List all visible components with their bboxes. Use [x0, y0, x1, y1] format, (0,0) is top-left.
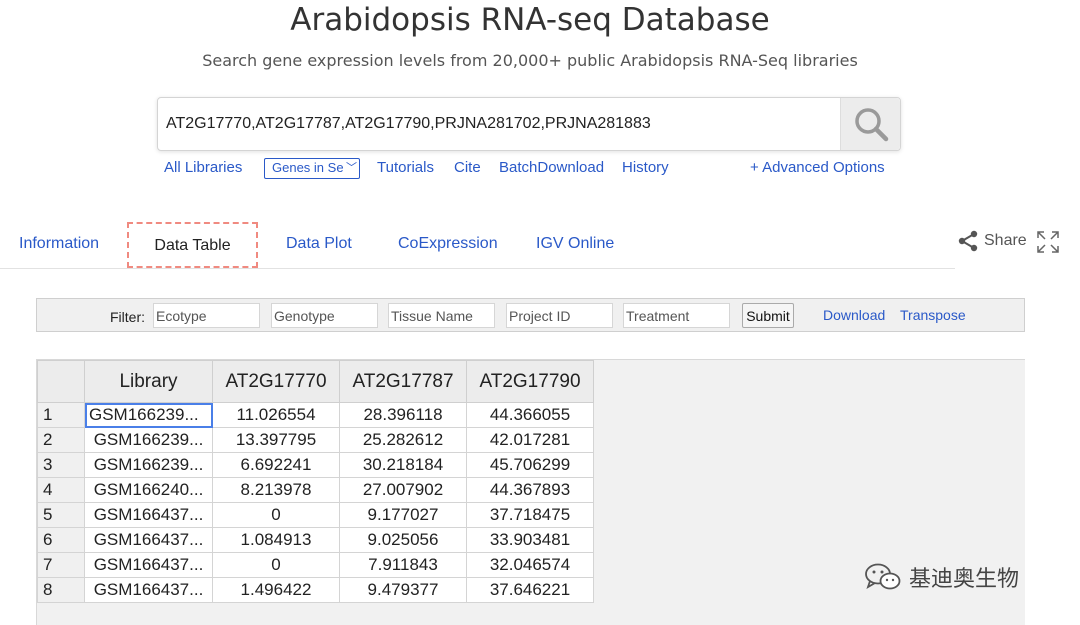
search-options-bar: All Libraries Genes in Se ﹀ Tutorials Ci…: [0, 157, 1080, 179]
treatment-filter-input[interactable]: [623, 303, 730, 328]
table-row: 2 GSM166239... 13.397795 25.282612 42.01…: [37, 427, 594, 453]
table-row: 3 GSM166239... 6.692241 30.218184 45.706…: [37, 452, 594, 478]
page-subtitle: Search gene expression levels from 20,00…: [202, 51, 858, 70]
corner-header-cell: [37, 360, 85, 403]
table-row: 1 GSM166239... 11.026554 28.396118 44.36…: [37, 402, 594, 428]
expand-icon: [1037, 231, 1059, 253]
transpose-link[interactable]: Transpose: [900, 307, 966, 323]
ecotype-filter-input[interactable]: [153, 303, 260, 328]
project-id-filter-input[interactable]: [506, 303, 613, 328]
share-button[interactable]: Share: [957, 230, 1027, 252]
value-cell[interactable]: 45.706299: [466, 452, 594, 478]
library-cell[interactable]: GSM166437...: [84, 527, 213, 553]
value-cell[interactable]: 27.007902: [339, 477, 467, 503]
library-cell[interactable]: GSM166239...: [84, 402, 213, 428]
filter-bar: Filter: Submit Download Transpose: [36, 298, 1025, 332]
value-cell[interactable]: 42.017281: [466, 427, 594, 453]
table-row: 7 GSM166437... 0 7.911843 32.046574: [37, 552, 594, 578]
value-cell[interactable]: 25.282612: [339, 427, 467, 453]
download-link[interactable]: Download: [823, 307, 885, 323]
watermark-text: 基迪奥生物: [909, 567, 1020, 592]
value-cell[interactable]: 28.396118: [339, 402, 467, 428]
all-libraries-link[interactable]: All Libraries: [164, 159, 242, 176]
value-cell[interactable]: 8.213978: [212, 477, 340, 503]
tab-bar: Information Data Table Data Plot CoExpre…: [0, 222, 955, 269]
row-number[interactable]: 5: [37, 502, 85, 528]
table-row: 8 GSM166437... 1.496422 9.479377 37.6462…: [37, 577, 594, 603]
genes-select[interactable]: Genes in Se ﹀: [264, 158, 360, 179]
submit-button[interactable]: Submit: [742, 303, 794, 328]
value-cell[interactable]: 37.646221: [466, 577, 594, 603]
value-cell[interactable]: 9.177027: [339, 502, 467, 528]
table-row: 4 GSM166240... 8.213978 27.007902 44.367…: [37, 477, 594, 503]
share-label: Share: [984, 232, 1027, 249]
search-input[interactable]: [158, 98, 840, 150]
library-cell[interactable]: GSM166437...: [84, 552, 213, 578]
value-cell[interactable]: 9.479377: [339, 577, 467, 603]
watermark: 基迪奥生物: [863, 561, 1019, 593]
history-link[interactable]: History: [622, 159, 669, 176]
value-cell[interactable]: 37.718475: [466, 502, 594, 528]
table-header-row: Library AT2G17770 AT2G17787 AT2G17790: [37, 360, 594, 403]
wechat-icon: [865, 563, 901, 590]
table-row: 5 GSM166437... 0 9.177027 37.718475: [37, 502, 594, 528]
value-cell[interactable]: 9.025056: [339, 527, 467, 553]
table-row: 6 GSM166437... 1.084913 9.025056 33.9034…: [37, 527, 594, 553]
row-number[interactable]: 4: [37, 477, 85, 503]
row-number[interactable]: 2: [37, 427, 85, 453]
column-header[interactable]: Library: [84, 360, 213, 403]
batch-download-link[interactable]: BatchDownload: [499, 159, 604, 176]
value-cell[interactable]: 6.692241: [212, 452, 340, 478]
library-cell[interactable]: GSM166240...: [84, 477, 213, 503]
search-button[interactable]: [840, 98, 900, 150]
row-number[interactable]: 3: [37, 452, 85, 478]
data-table: Library AT2G17770 AT2G17787 AT2G17790 1 …: [37, 360, 594, 603]
value-cell[interactable]: 32.046574: [466, 552, 594, 578]
advanced-options-link[interactable]: + Advanced Options: [750, 159, 885, 176]
value-cell[interactable]: 1.084913: [212, 527, 340, 553]
share-icon: [958, 230, 978, 252]
library-cell[interactable]: GSM166437...: [84, 577, 213, 603]
column-header[interactable]: AT2G17770: [212, 360, 340, 403]
value-cell[interactable]: 7.911843: [339, 552, 467, 578]
tab-information[interactable]: Information: [19, 235, 99, 253]
value-cell[interactable]: 44.366055: [466, 402, 594, 428]
library-cell[interactable]: GSM166437...: [84, 502, 213, 528]
chevron-down-icon: ﹀: [345, 159, 357, 175]
filter-label: Filter:: [110, 309, 145, 325]
tab-data-table[interactable]: Data Table: [127, 222, 258, 268]
value-cell[interactable]: 0: [212, 552, 340, 578]
row-number[interactable]: 6: [37, 527, 85, 553]
library-cell[interactable]: GSM166239...: [84, 427, 213, 453]
tab-igv-online[interactable]: IGV Online: [536, 235, 614, 253]
value-cell[interactable]: 30.218184: [339, 452, 467, 478]
tissue-name-filter-input[interactable]: [388, 303, 495, 328]
value-cell[interactable]: 13.397795: [212, 427, 340, 453]
genotype-filter-input[interactable]: [271, 303, 378, 328]
page-title: Arabidopsis RNA-seq Database: [290, 2, 770, 38]
search-icon: [854, 108, 888, 142]
row-number[interactable]: 7: [37, 552, 85, 578]
tab-data-plot[interactable]: Data Plot: [286, 235, 352, 253]
value-cell[interactable]: 11.026554: [212, 402, 340, 428]
cite-link[interactable]: Cite: [454, 159, 481, 176]
tab-coexpression[interactable]: CoExpression: [398, 235, 498, 253]
tutorials-link[interactable]: Tutorials: [377, 159, 434, 176]
value-cell[interactable]: 0: [212, 502, 340, 528]
column-header[interactable]: AT2G17787: [339, 360, 467, 403]
value-cell[interactable]: 33.903481: [466, 527, 594, 553]
search-box: [157, 97, 901, 151]
value-cell[interactable]: 1.496422: [212, 577, 340, 603]
library-cell[interactable]: GSM166239...: [84, 452, 213, 478]
row-number[interactable]: 1: [37, 402, 85, 428]
column-header[interactable]: AT2G17790: [466, 360, 594, 403]
fullscreen-button[interactable]: [1036, 230, 1060, 258]
value-cell[interactable]: 44.367893: [466, 477, 594, 503]
genes-select-value: Genes in Se: [272, 160, 344, 175]
row-number[interactable]: 8: [37, 577, 85, 603]
